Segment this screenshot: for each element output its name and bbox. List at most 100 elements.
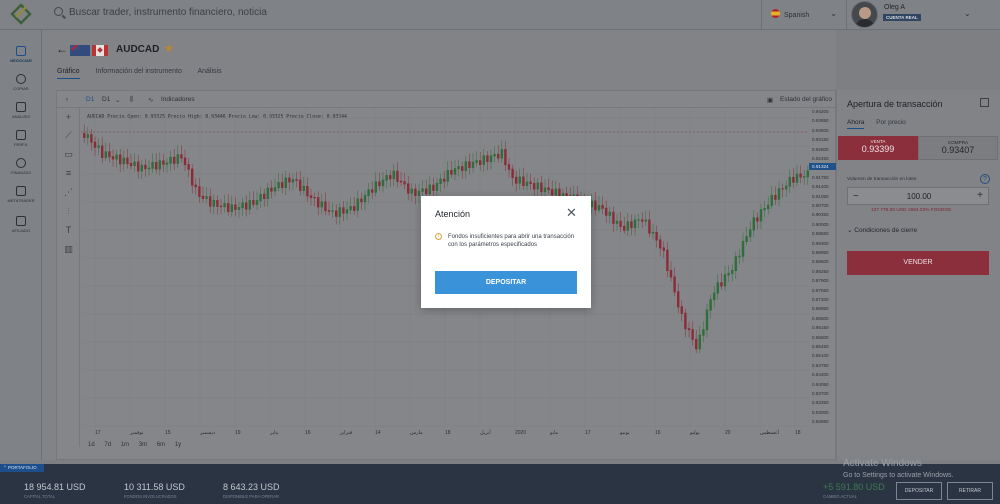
rectangle-icon[interactable]: ▭ xyxy=(63,149,74,160)
crosshair-icon[interactable]: + xyxy=(63,112,74,123)
trash-icon[interactable]: ▥ xyxy=(63,244,74,255)
plus-icon[interactable]: + xyxy=(977,190,983,201)
candle xyxy=(302,185,305,191)
expand-icon[interactable] xyxy=(980,98,989,107)
candle xyxy=(648,219,651,234)
sell-price-button[interactable]: VENTA 0.93399 xyxy=(838,136,918,160)
top-bar: Buscar trader, instrumento financiero, n… xyxy=(0,0,1000,30)
time-tick-label: يونيو xyxy=(620,430,630,436)
channel-icon[interactable]: ≡ xyxy=(63,168,74,179)
sell-button[interactable]: VENDER xyxy=(847,251,989,275)
period-3m[interactable]: 3m xyxy=(139,442,147,448)
candle xyxy=(360,198,363,203)
candle xyxy=(500,149,503,159)
candle xyxy=(428,184,431,195)
sidebar-item-finance[interactable]: FINANZAS xyxy=(0,158,42,175)
current-change: +5 591.80 USD CAMBIO ACTUAL xyxy=(823,482,885,499)
text-icon[interactable]: T xyxy=(63,225,74,236)
deposit-button[interactable]: DEPOSITAR xyxy=(896,482,942,500)
candle xyxy=(353,206,356,211)
candle xyxy=(601,205,604,209)
chart-state-icon[interactable]: ▣ xyxy=(767,96,773,104)
candle xyxy=(432,184,435,191)
avatar[interactable] xyxy=(851,1,878,28)
back-arrow-icon[interactable]: ← xyxy=(56,42,68,56)
chevron-down-icon[interactable]: ⌄ xyxy=(964,9,971,18)
sidebar-item-copy[interactable]: COPIAR xyxy=(0,74,42,91)
time-tick-label: 18 xyxy=(795,430,801,436)
time-tick-label: 19 xyxy=(235,430,241,436)
search-input[interactable]: Buscar trader, instrumento financiero, n… xyxy=(69,7,267,18)
period-7d[interactable]: 7d xyxy=(104,442,111,448)
volume-stepper[interactable]: − 100.00 + xyxy=(847,187,989,205)
stat-total-capital: 18 954.81 USD CAPITAL TOTAL xyxy=(24,482,86,499)
period-1m[interactable]: 1m xyxy=(121,442,129,448)
buy-price-button[interactable]: COMPRA 0.93407 xyxy=(918,136,998,160)
price-tick-label: 0.84400 xyxy=(812,372,829,378)
candle xyxy=(83,133,86,138)
sidebar-item-analysis[interactable]: ANÁLISIS xyxy=(0,102,42,119)
user-menu[interactable]: Oleg A CUENTA REAL ⌄ xyxy=(846,0,1000,30)
tab-chart[interactable]: Gráfico xyxy=(57,68,80,79)
candle xyxy=(248,200,251,210)
currency-flags xyxy=(70,44,110,56)
period-1y[interactable]: 1y xyxy=(175,442,181,448)
language-selector[interactable]: Spanish ⌄ xyxy=(761,0,845,30)
analysis-icon xyxy=(16,102,26,112)
sidebar-item-metatrader[interactable]: METATRADER xyxy=(0,186,42,203)
period-6m[interactable]: 6m xyxy=(157,442,165,448)
volume-input[interactable]: 100.00 xyxy=(848,192,990,201)
candle xyxy=(201,195,205,199)
withdraw-button[interactable]: RETIRAR xyxy=(947,482,993,500)
interval-button[interactable]: D1 xyxy=(86,96,94,103)
candle xyxy=(716,282,719,294)
candle xyxy=(493,153,496,157)
line-icon[interactable]: ⟋ xyxy=(63,130,74,141)
tab-info[interactable]: Información del instrumento xyxy=(96,68,182,75)
favorite-star-icon[interactable]: ★ xyxy=(164,42,174,55)
candle xyxy=(597,205,601,211)
candle xyxy=(655,232,658,241)
price-tick-label: 0.88950 xyxy=(812,250,829,255)
tab-now[interactable]: Ahora xyxy=(847,119,865,129)
deposit-dialog-button[interactable]: DEPOSITAR xyxy=(435,271,577,294)
search-bar[interactable]: Buscar trader, instrumento financiero, n… xyxy=(54,7,267,18)
candle xyxy=(331,210,334,212)
close-icon[interactable]: ✕ xyxy=(566,205,577,221)
watermark-title: Activate Windows xyxy=(843,458,922,469)
period-1d[interactable]: 1d xyxy=(88,442,95,448)
logo-icon[interactable] xyxy=(10,3,32,25)
chart-state-button[interactable]: Estado del gráfico xyxy=(780,96,832,103)
interval-select[interactable]: D1 xyxy=(102,96,110,103)
portfolio-tab[interactable]: ⌃ PORTAFOLIO xyxy=(0,464,44,472)
tab-by-price[interactable]: Por precio xyxy=(876,119,906,126)
sidebar-item-affiliate[interactable]: AFILIADO xyxy=(0,216,42,233)
candle xyxy=(684,312,687,330)
time-tick-label: 14 xyxy=(375,430,381,436)
help-icon[interactable]: ? xyxy=(980,174,990,184)
tab-analysis[interactable]: Análisis xyxy=(197,68,221,75)
price-tick-label: 0.84050 xyxy=(812,381,829,387)
candle xyxy=(421,188,424,192)
sidebar-item-profile[interactable]: PERFIL xyxy=(0,130,42,147)
bars-icon[interactable]: ⫶ xyxy=(63,206,74,217)
price-tick-label: 0.91400 xyxy=(812,184,829,190)
price-tick-label: 0.86150 xyxy=(812,325,829,331)
close-conditions-toggle[interactable]: ⌄ Condiciones de cierre xyxy=(847,226,917,234)
indicators-button[interactable]: Indicadores xyxy=(161,96,195,103)
candle xyxy=(381,179,385,187)
candle xyxy=(205,196,208,199)
portfolio-tab-label: PORTAFOLIO xyxy=(8,465,37,470)
indicators-icon[interactable]: ∿ xyxy=(148,96,153,104)
sidebar-item-trade[interactable]: NEGOCIAR xyxy=(0,46,42,63)
candle xyxy=(623,225,626,231)
fibonacci-icon[interactable]: ⋰ xyxy=(63,187,74,198)
chevron-down-icon[interactable]: ⌄ xyxy=(115,96,120,104)
sell-price: 0.93399 xyxy=(861,144,895,154)
candle xyxy=(306,185,309,197)
candle xyxy=(155,162,158,170)
candle xyxy=(785,185,788,190)
time-tick-label: 16 xyxy=(305,430,311,436)
chevron-left-icon[interactable]: ‹ xyxy=(66,96,68,103)
candle-type-icon[interactable]: ⫼ xyxy=(130,96,133,104)
